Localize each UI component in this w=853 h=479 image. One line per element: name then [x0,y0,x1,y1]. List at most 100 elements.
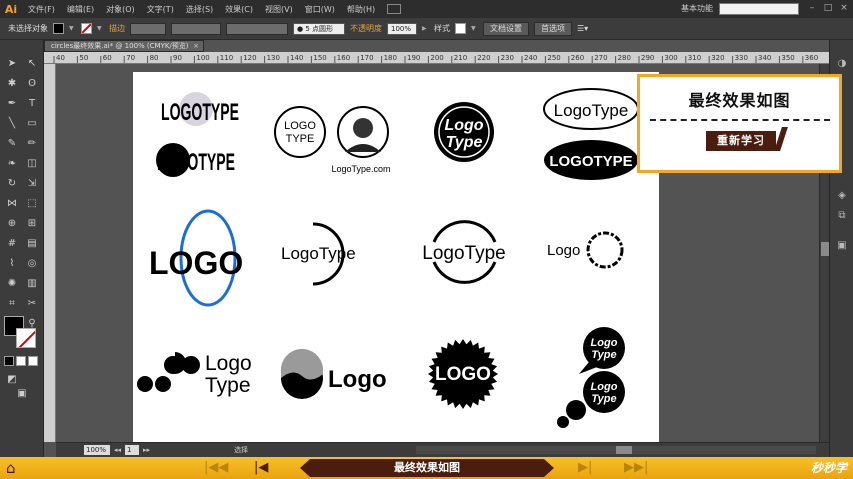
stroke-swatch[interactable] [81,23,92,34]
vertical-ruler[interactable] [44,64,56,442]
logo-rough-ring[interactable]: Logo [547,231,624,269]
workspace-switcher[interactable]: 基本功能 [681,3,713,14]
rectangle-tool-icon[interactable]: ▭ [24,116,40,132]
preferences-button[interactable]: 首选项 [534,21,572,36]
blob-brush-tool-icon[interactable]: ❧ [4,156,20,172]
arrange-documents-icon[interactable] [387,4,402,14]
horizontal-ruler[interactable]: 40 50 60 70 80 90 100 110 120 130 140 150 160 170 180 1… [44,52,834,64]
artboard[interactable]: LOGOTYPE LOGOTYPE LOGO TYPE LogoType.com [133,72,659,442]
magic-wand-tool-icon[interactable]: ✱ [4,76,20,92]
perspective-grid-tool-icon[interactable]: ⊞ [24,216,40,232]
zoom-input[interactable]: 100% [84,445,110,455]
menu-help[interactable]: 帮助(H) [341,4,381,15]
logo-starburst[interactable]: LOGO [428,339,498,409]
fill-swatch[interactable] [53,23,64,34]
logo-speech-bubbles[interactable]: Logo Type Logo Type [557,327,625,428]
opacity-input[interactable]: 100% [387,22,417,35]
minimize-button[interactable]: – [807,3,817,13]
logo-dots[interactable]: Logo Type [137,352,252,397]
chevron-down-icon[interactable]: ▼ [471,25,478,32]
logo-wave-circle[interactable]: Logo [280,348,387,399]
artboard-tool-icon[interactable]: ⌗ [4,296,20,312]
last-page-icon[interactable]: ▶▶| [624,459,648,477]
color-button[interactable] [4,356,14,366]
type-tool-icon[interactable]: T [24,96,40,112]
symbol-sprayer-tool-icon[interactable]: ✺ [4,276,20,292]
column-graph-tool-icon[interactable]: ▥ [24,276,40,292]
stroke-label[interactable]: 描边 [109,23,125,34]
eyedropper-tool-icon[interactable]: ⌇ [4,256,20,272]
logo-outline-ellipse[interactable]: LogoType [543,88,639,130]
rotate-tool-icon[interactable]: ↻ [4,176,20,192]
document-tab[interactable]: circles最终效果.ai* @ 100% (CMYK/预览) × [44,40,204,52]
stroke-profile-field[interactable] [226,22,288,35]
paintbrush-tool-icon[interactable]: ✎ [4,136,20,152]
chevron-right-icon[interactable]: ▶ [422,25,429,32]
logo-black-ellipse[interactable]: LOGOTYPE [544,140,638,180]
artboard-number-input[interactable]: 1 [125,445,140,455]
stroke-weight-field[interactable] [130,22,166,35]
direct-selection-tool-icon[interactable]: ↖ [24,56,40,72]
scroll-thumb[interactable] [616,446,632,454]
chevron-down-icon[interactable]: ▼ [69,25,76,32]
menu-edit[interactable]: 编辑(E) [61,4,100,15]
menu-window[interactable]: 窗口(W) [299,4,341,15]
lasso-tool-icon[interactable]: ʘ [24,76,40,92]
horizontal-scrollbar[interactable] [416,446,816,454]
logo-black-badge[interactable]: Logo Type [434,102,494,162]
menu-type[interactable]: 文字(T) [141,4,180,15]
free-transform-tool-icon[interactable]: ⬚ [24,196,40,212]
scroll-thumb[interactable] [821,242,829,256]
stroke-color-box[interactable] [16,328,36,348]
style-swatch[interactable] [455,23,466,34]
close-icon[interactable]: × [193,41,199,51]
logo-bold-with-circle[interactable]: LOGOTYPE [161,92,239,126]
logo-blue-ring[interactable]: LOGO [149,209,243,307]
artboards-panel-icon[interactable]: ⧉ [836,210,848,222]
prev-artboard-icon[interactable]: ◂◂ [114,446,121,454]
blend-tool-icon[interactable]: ◎ [24,256,40,272]
layers-panel-icon[interactable]: ◈ [836,190,848,202]
logo-black-circle[interactable]: LOGOTYPE [156,143,235,177]
home-icon[interactable]: ⌂ [6,460,28,476]
pen-tool-icon[interactable]: ✒ [4,96,20,112]
next-artboard-icon[interactable]: ▸▸ [143,446,150,454]
slice-tool-icon[interactable]: ✂ [24,296,40,312]
help-search-input[interactable] [719,3,799,15]
current-tool-status[interactable]: 选择 [234,445,248,455]
arrange-icon[interactable]: ☰▾ [577,24,588,33]
selection-tool-icon[interactable]: ➤ [4,56,20,72]
none-button[interactable] [28,356,38,366]
fill-stroke-widget[interactable] [4,316,40,352]
color-panel-icon[interactable]: ◑ [836,58,848,70]
shape-builder-tool-icon[interactable]: ⊕ [4,216,20,232]
previous-page-icon[interactable]: |◀ [254,459,268,477]
logo-portrait[interactable]: LogoType.com [331,106,391,174]
line-tool-icon[interactable]: ╲ [4,116,20,132]
logo-outline-circle[interactable]: LOGO TYPE [274,106,326,158]
variable-width-field[interactable] [171,22,221,35]
next-page-icon[interactable]: ▶| [578,459,592,477]
document-settings-button[interactable]: 文档设置 [483,21,529,36]
gradient-button[interactable] [16,356,26,366]
brush-definition-field[interactable]: ● 5 点圆形 [293,22,345,35]
menu-file[interactable]: 文件(F) [22,4,61,15]
eraser-tool-icon[interactable]: ◫ [24,156,40,172]
screen-mode-icon[interactable]: ▣ [14,386,30,402]
menu-view[interactable]: 视图(V) [259,4,299,15]
links-panel-icon[interactable]: ▣ [836,240,848,252]
menu-object[interactable]: 对象(O) [100,4,141,15]
menu-select[interactable]: 选择(S) [180,4,219,15]
scale-tool-icon[interactable]: ⇲ [24,176,40,192]
gradient-tool-icon[interactable]: ▤ [24,236,40,252]
menu-effect[interactable]: 效果(C) [219,4,259,15]
maximize-button[interactable]: □ [823,3,833,13]
logo-split-ring[interactable]: LogoType [422,220,506,284]
chevron-down-icon[interactable]: ▼ [97,25,104,32]
relearn-button[interactable]: 重新学习 [706,131,776,151]
opacity-label[interactable]: 不透明度 [350,23,382,34]
logo-ring-arc[interactable]: LogoType [281,222,356,286]
pencil-tool-icon[interactable]: ✏ [24,136,40,152]
first-page-icon[interactable]: |◀◀ [204,459,228,477]
close-button[interactable]: × [839,3,849,13]
